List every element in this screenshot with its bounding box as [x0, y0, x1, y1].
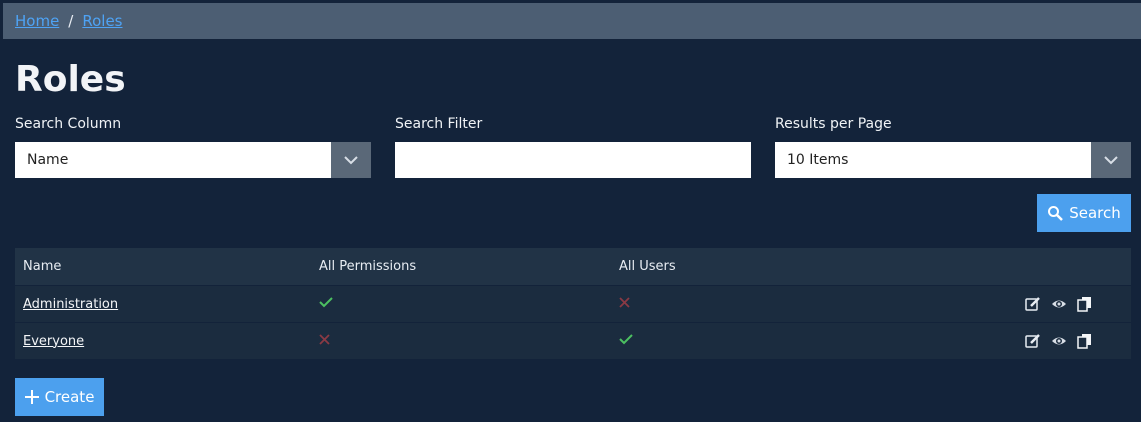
breadcrumb-roles-link[interactable]: Roles: [82, 12, 122, 30]
column-header-all-permissions[interactable]: All Permissions: [311, 259, 611, 274]
search-filter-label: Search Filter: [395, 116, 483, 132]
chevron-down-icon: [1091, 142, 1131, 178]
search-icon: [1047, 205, 1064, 221]
edit-icon[interactable]: [1025, 296, 1041, 312]
cross-icon: [611, 296, 1015, 312]
table-row: Administration: [15, 286, 1131, 323]
results-per-page-select[interactable]: 10 Items: [775, 142, 1131, 178]
results-per-page-label: Results per Page: [775, 116, 892, 132]
check-icon: [611, 333, 1015, 349]
copy-icon[interactable]: [1077, 296, 1093, 312]
search-column-label: Search Column: [15, 116, 122, 132]
search-button[interactable]: Search: [1037, 194, 1131, 232]
search-button-label: Search: [1069, 204, 1121, 222]
breadcrumb-separator: /: [68, 12, 74, 30]
search-column-value: Name: [27, 152, 69, 168]
role-name-link[interactable]: Administration: [23, 297, 118, 312]
column-header-name[interactable]: Name: [15, 259, 311, 274]
results-per-page-value: 10 Items: [787, 152, 849, 168]
search-filter-input[interactable]: [395, 142, 751, 178]
plus-icon: [24, 390, 39, 404]
table-row: Everyone: [15, 323, 1131, 360]
view-icon[interactable]: [1051, 333, 1067, 349]
roles-table: Name All Permissions All Users Administr…: [15, 248, 1131, 360]
search-column-select[interactable]: Name: [15, 142, 371, 178]
edit-icon[interactable]: [1025, 333, 1041, 349]
create-button[interactable]: Create: [15, 378, 104, 416]
column-header-all-users[interactable]: All Users: [611, 259, 1015, 274]
breadcrumb: Home / Roles: [3, 3, 1141, 39]
chevron-down-icon: [331, 142, 371, 178]
copy-icon[interactable]: [1077, 333, 1093, 349]
page-title: Roles: [15, 59, 126, 100]
breadcrumb-home-link[interactable]: Home: [15, 12, 59, 30]
table-header-row: Name All Permissions All Users: [15, 248, 1131, 286]
create-button-label: Create: [44, 388, 95, 406]
role-name-link[interactable]: Everyone: [23, 334, 84, 349]
check-icon: [311, 296, 611, 312]
cross-icon: [311, 333, 611, 349]
view-icon[interactable]: [1051, 296, 1067, 312]
